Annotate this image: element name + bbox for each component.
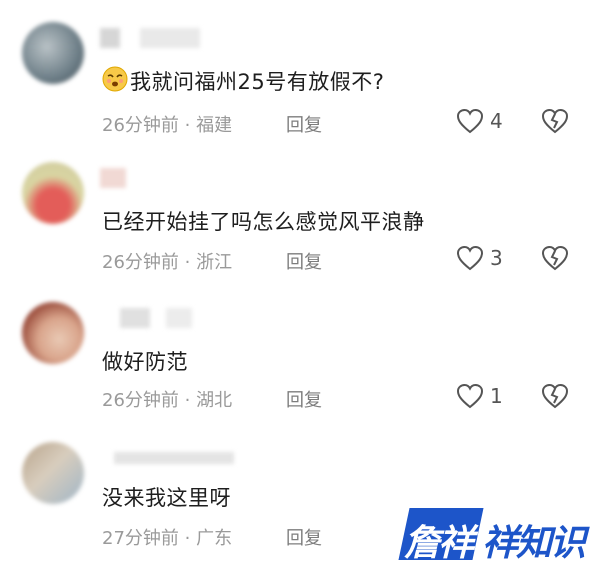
meta-separator: · — [178, 390, 197, 411]
meta-separator: · — [178, 528, 197, 549]
comment-location: 广东 — [196, 528, 233, 549]
comment-text-body: 已经开始挂了吗怎么感觉风平浪静 — [102, 210, 425, 234]
dislike-button[interactable] — [541, 108, 569, 138]
comment-text-body: 没来我这里呀 — [102, 486, 231, 510]
username-blurred[interactable] — [100, 452, 234, 474]
avatar[interactable] — [22, 442, 84, 504]
avatar[interactable] — [22, 22, 84, 84]
comment-text: 已经开始挂了吗怎么感觉风平浪静 — [102, 206, 425, 236]
comment-time: 26分钟前 — [102, 115, 179, 136]
comment-text: 没来我这里呀 — [102, 482, 231, 512]
like-count: 1 — [490, 384, 503, 408]
comment-location: 湖北 — [196, 390, 233, 411]
username-blurred[interactable] — [100, 168, 220, 190]
broken-heart-icon — [541, 245, 569, 271]
meta-separator: · — [178, 252, 197, 273]
watermark-part2: 祥知识 — [482, 523, 586, 564]
comment-item: 做好防范 26分钟前 · 湖北 回复 1 — [0, 280, 600, 420]
avatar[interactable] — [22, 162, 84, 224]
comment-text-body: 做好防范 — [102, 350, 188, 374]
like-button[interactable]: 1 — [456, 383, 503, 409]
comment-text: 做好防范 — [102, 346, 188, 376]
reply-button[interactable]: 回复 — [286, 111, 322, 137]
comment-meta: 26分钟前 · 浙江 — [102, 248, 232, 274]
heart-icon — [456, 245, 484, 271]
comment-time: 26分钟前 — [102, 252, 179, 273]
like-button[interactable]: 4 — [456, 108, 503, 134]
reply-button[interactable]: 回复 — [286, 524, 322, 550]
comment-text: 我就问福州25号有放假不? — [102, 66, 384, 97]
comment-time: 26分钟前 — [102, 390, 179, 411]
comment-item: 我就问福州25号有放假不? 26分钟前 · 福建 回复 4 — [0, 0, 600, 140]
comment-location: 浙江 — [196, 252, 233, 273]
reply-button[interactable]: 回复 — [286, 386, 322, 412]
reply-button[interactable]: 回复 — [286, 248, 322, 274]
comment-meta: 26分钟前 · 福建 — [102, 111, 232, 137]
comment-text-body: 我就问福州25号有放假不? — [130, 70, 385, 94]
like-count: 4 — [490, 109, 503, 133]
watermark-logo: 詹祥 祥知识 — [398, 504, 586, 564]
comment-time: 27分钟前 — [102, 528, 179, 549]
broken-heart-icon — [541, 383, 569, 409]
username-blurred[interactable] — [100, 308, 220, 330]
like-button[interactable]: 3 — [456, 245, 503, 271]
like-count: 3 — [490, 246, 503, 270]
avatar[interactable] — [22, 302, 84, 364]
username-blurred[interactable] — [100, 28, 220, 50]
comment-item: 已经开始挂了吗怎么感觉风平浪静 26分钟前 · 浙江 回复 3 — [0, 140, 600, 280]
meta-separator: · — [178, 115, 197, 136]
comment-location: 福建 — [196, 115, 233, 136]
watermark-part1: 詹祥 — [404, 523, 474, 564]
heart-icon — [456, 108, 484, 134]
comment-meta: 27分钟前 · 广东 — [102, 524, 232, 550]
dislike-button[interactable] — [541, 245, 569, 275]
emoji-icon — [102, 66, 128, 97]
comment-meta: 26分钟前 · 湖北 — [102, 386, 232, 412]
dislike-button[interactable] — [541, 383, 569, 413]
broken-heart-icon — [541, 108, 569, 134]
heart-icon — [456, 383, 484, 409]
